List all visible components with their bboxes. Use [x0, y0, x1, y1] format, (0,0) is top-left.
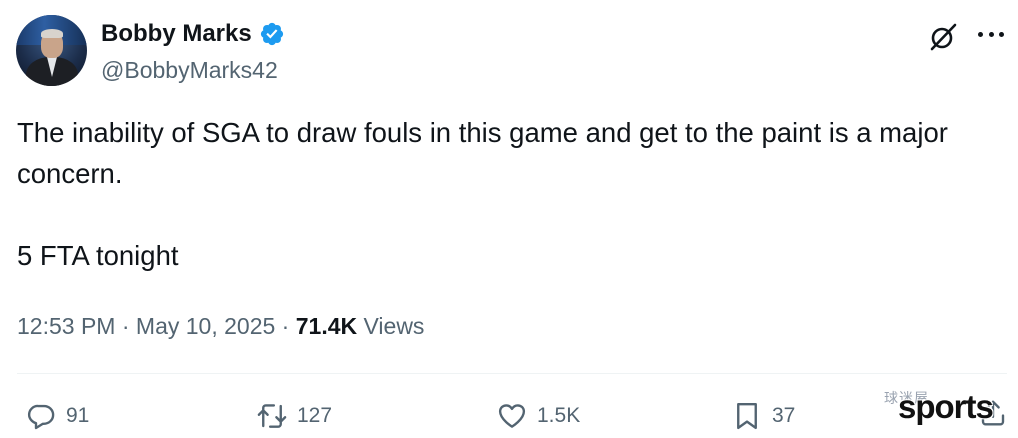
- avatar-hair: [41, 29, 63, 38]
- like-count: 1.5K: [537, 404, 581, 427]
- tweet-paragraph: 5 FTA tonight: [17, 240, 179, 271]
- repost-icon: [257, 404, 287, 428]
- more-dot: [978, 31, 983, 37]
- author-handle[interactable]: @BobbyMarks42: [101, 56, 278, 84]
- divider: [17, 373, 1007, 374]
- reply-count: 91: [66, 404, 90, 427]
- tweet-date[interactable]: May 10, 2025: [136, 313, 275, 339]
- heart-icon: [498, 404, 526, 428]
- more-dot: [988, 31, 994, 37]
- more-dot: [999, 31, 1004, 37]
- grok-icon[interactable]: [928, 22, 958, 52]
- watermark-logo: sports: [898, 388, 994, 425]
- verified-badge-icon: [260, 22, 283, 46]
- repost-button[interactable]: 127: [257, 398, 332, 434]
- reply-icon: [27, 404, 55, 430]
- meta-separator: ·: [281, 313, 290, 339]
- tweet-paragraph: The inability of SGA to draw fouls in th…: [17, 117, 948, 189]
- tweet-meta: 12:53 PM · May 10, 2025 · 71.4K Views: [17, 311, 424, 341]
- like-button[interactable]: 1.5K: [497, 398, 580, 434]
- avatar[interactable]: [16, 15, 87, 86]
- tweet-text: The inability of SGA to draw fouls in th…: [17, 112, 1007, 276]
- author-name-row[interactable]: Bobby Marks: [101, 20, 285, 48]
- bookmark-count: 37: [772, 404, 796, 427]
- more-icon[interactable]: [978, 30, 1004, 38]
- author-display-name[interactable]: Bobby Marks: [101, 20, 252, 48]
- views-count: 71.4K: [295, 313, 358, 339]
- tweet-time[interactable]: 12:53 PM: [17, 313, 115, 339]
- reply-button[interactable]: 91: [26, 398, 89, 434]
- bookmark-button[interactable]: 37: [732, 398, 795, 434]
- views-label: Views: [363, 313, 425, 339]
- bookmark-icon: [737, 402, 757, 430]
- repost-count: 127: [297, 404, 333, 427]
- meta-separator: ·: [121, 313, 130, 339]
